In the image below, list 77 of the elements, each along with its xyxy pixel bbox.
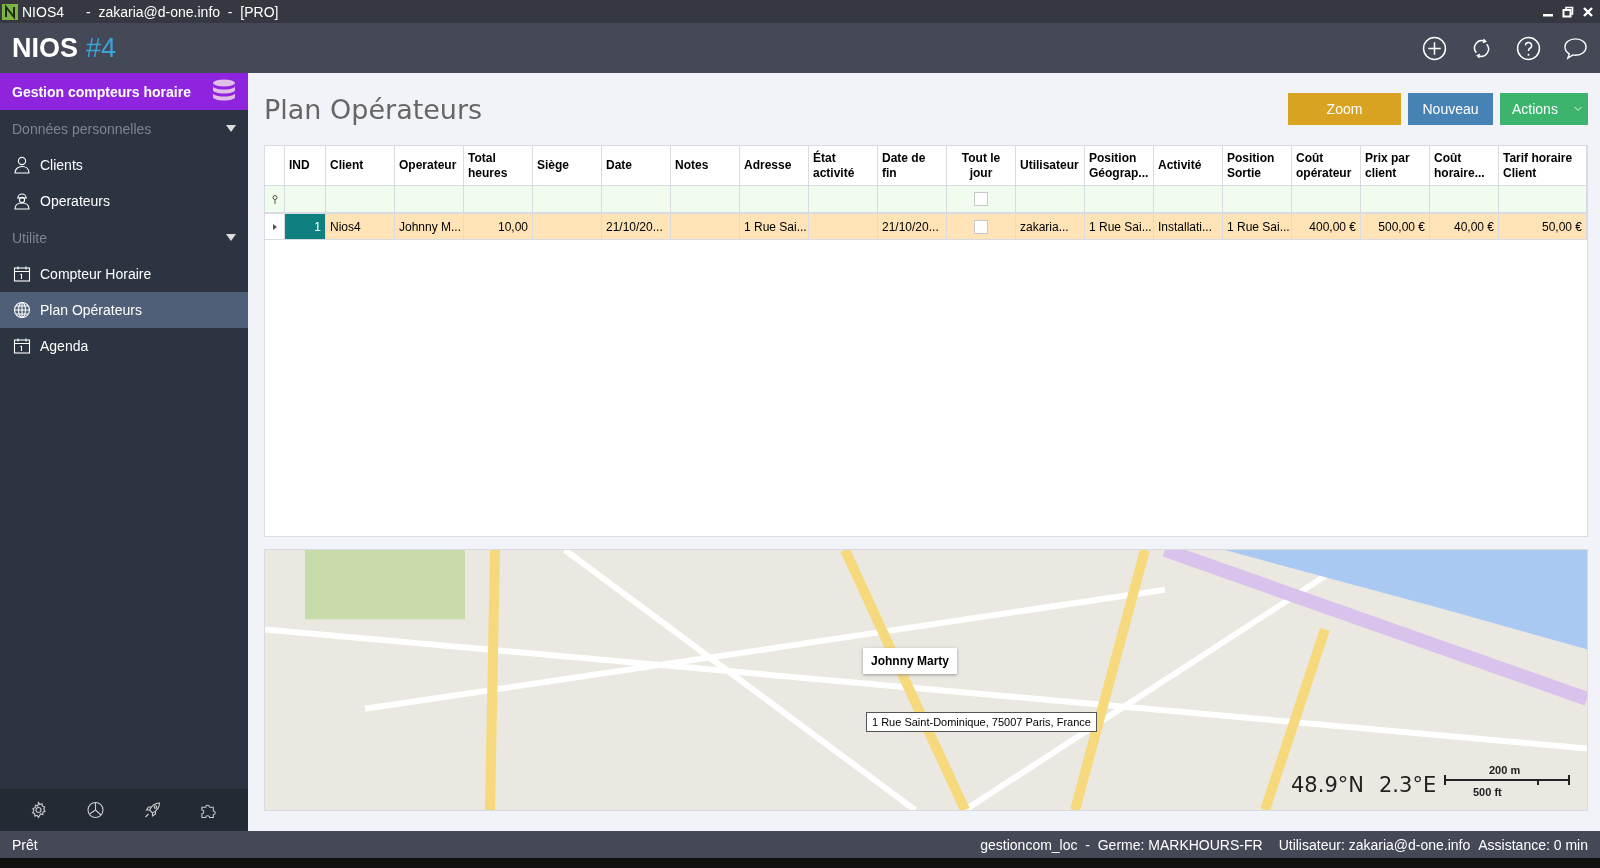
table-cell: 21/10/20...: [882, 219, 939, 234]
sidebar-item[interactable]: Operateurs: [0, 183, 248, 219]
chat-icon[interactable]: [1563, 35, 1588, 61]
pie-chart-icon[interactable]: [86, 801, 105, 819]
table-cell: 400,00 €: [1309, 219, 1356, 234]
page-title: Plan Opérateurs: [264, 93, 483, 125]
column-header[interactable]: Adresse: [740, 146, 809, 185]
column-header[interactable]: Prix par client: [1361, 146, 1430, 185]
column-header[interactable]: Activité: [1154, 146, 1223, 185]
column-header[interactable]: Coût opérateur: [1292, 146, 1361, 185]
column-header[interactable]: Coût horaire...: [1430, 146, 1499, 185]
close-icon[interactable]: [1582, 5, 1594, 18]
table-cell: 10,00: [497, 219, 528, 234]
add-icon[interactable]: [1422, 35, 1447, 61]
chevron-down-icon: [1573, 105, 1582, 113]
sidebar-item[interactable]: Agenda: [0, 328, 248, 364]
database-info: gestioncom_loc - Germe: MARKHOURS-FR: [980, 836, 1263, 853]
column-header[interactable]: État activité: [809, 146, 878, 185]
calendar-icon: [13, 337, 31, 355]
column-header[interactable]: Position Géograp...: [1085, 146, 1154, 185]
marker-label[interactable]: Johnny Marty: [863, 648, 957, 674]
column-header[interactable]: IND: [285, 146, 326, 185]
calendar-icon: [13, 265, 31, 283]
table-cell: 40,00 €: [1453, 219, 1494, 234]
scale-metric-label: 200 m: [1489, 764, 1521, 776]
longitude-readout: 2.3°E: [1379, 773, 1437, 797]
column-header[interactable]: Date: [602, 146, 671, 185]
latitude-readout: 48.9°N: [1291, 773, 1364, 797]
column-header[interactable]: Total heures: [464, 146, 533, 185]
table-cell: Nios4: [330, 219, 361, 234]
column-header[interactable]: Position Sortie: [1223, 146, 1292, 185]
table-cell: 21/10/20...: [606, 219, 663, 234]
globe-icon: [13, 301, 31, 319]
worker-icon: [13, 192, 31, 210]
column-header[interactable]: Date de fin: [878, 146, 947, 185]
table-cell: 1 Rue Sai...: [744, 219, 807, 234]
column-header[interactable]: Utilisateur: [1016, 146, 1085, 185]
status-text: Prêt: [12, 836, 38, 853]
filter-checkbox[interactable]: [974, 192, 988, 206]
app-logo-version: #4: [86, 32, 117, 64]
table-cell: 50,00 €: [1541, 219, 1582, 234]
help-icon[interactable]: [1516, 35, 1541, 61]
module-header[interactable]: Gestion compteurs horaire: [0, 73, 248, 110]
table-cell: 1 Rue Sai...: [1227, 219, 1290, 234]
window-title: - zakaria@d-one.info - [PRO]: [86, 3, 279, 20]
column-header[interactable]: Notes: [671, 146, 740, 185]
table-cell: zakaria...: [1020, 219, 1069, 234]
scale-imperial-label: 500 ft: [1473, 786, 1502, 798]
row-indicator-icon: [272, 223, 277, 230]
sidebar-item[interactable]: Compteur Horaire: [0, 256, 248, 292]
new-button[interactable]: Nouveau: [1408, 93, 1493, 125]
column-header[interactable]: Tout le jour: [947, 146, 1016, 185]
column-header[interactable]: Client: [326, 146, 395, 185]
table-cell: 1 Rue Sai...: [1089, 219, 1152, 234]
column-header[interactable]: Operateur: [395, 146, 464, 185]
user-info: Utilisateur: zakaria@d-one.info: [1278, 836, 1471, 853]
sidebar-item[interactable]: Plan Opérateurs: [0, 292, 248, 328]
table-cell: 500,00 €: [1378, 219, 1425, 234]
column-header[interactable]: Tarif horaire Client: [1499, 146, 1587, 185]
table-row[interactable]: 1 Nios4 Johnny M... 10,00 21/10/20... 1 Rue Sai... 21/10/20... zakaria... 1 Rue Sai... Installati... 1 Rue Sai... 400,00 € 500,00 € 40,00 € 50,00 €: [265, 214, 1587, 240]
restore-icon[interactable]: [1562, 5, 1574, 18]
scale-bar-icon: [1444, 775, 1570, 785]
settings-icon[interactable]: [29, 801, 48, 819]
assistance-info: Assistance: 0 min: [1478, 836, 1588, 853]
app-logo-icon: [2, 3, 18, 20]
column-header[interactable]: Siège: [533, 146, 602, 185]
address-tooltip: 1 Rue Saint-Dominique, 75007 Paris, France: [866, 712, 1097, 732]
table-cell: 1: [314, 219, 321, 234]
row-checkbox[interactable]: [974, 219, 988, 234]
table-cell: Johnny M...: [399, 219, 462, 234]
filter-pin-icon: [271, 194, 278, 204]
rocket-icon[interactable]: [143, 801, 162, 819]
person-icon: [13, 156, 31, 174]
table-cell: Installati...: [1158, 219, 1213, 234]
app-name: NIOS4: [22, 3, 64, 20]
app-logo: NIOS: [12, 32, 78, 64]
sidebar-item[interactable]: Clients: [0, 147, 248, 183]
